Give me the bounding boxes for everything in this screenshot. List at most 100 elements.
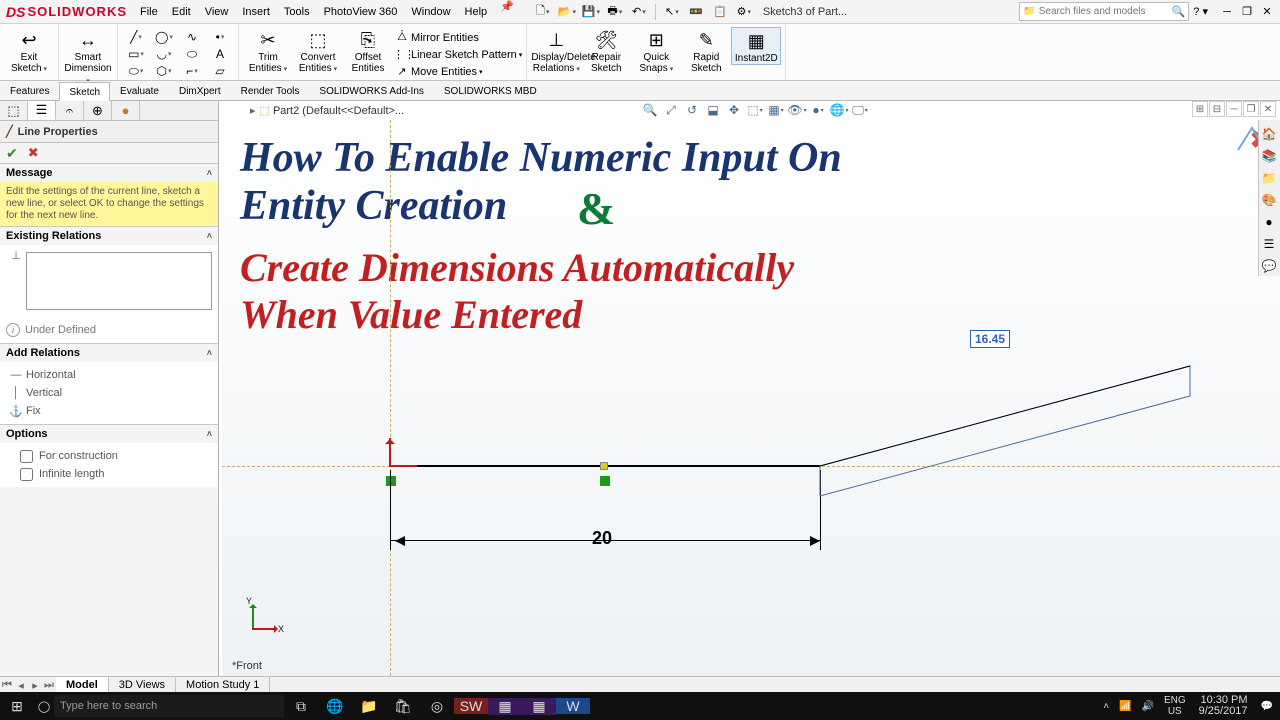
instant2d-button[interactable]: ▦ Instant2D — [731, 27, 781, 65]
tray-chevron-icon[interactable]: ˄ — [1100, 701, 1112, 712]
taskpane-file-explorer-tab[interactable]: 📁 — [1259, 168, 1279, 188]
numeric-input-box[interactable]: 16.45 — [970, 330, 1010, 348]
cortana-icon[interactable]: ◯ — [34, 700, 54, 713]
tabnav-next[interactable]: ▸ — [28, 679, 42, 692]
exit-sketch-button[interactable]: ↩ Exit Sketch — [4, 27, 54, 75]
taskbar-search[interactable]: Type here to search — [54, 695, 284, 717]
menu-insert[interactable]: Insert — [235, 0, 277, 24]
mirror-entities-button[interactable]: ⧊Mirror Entities — [393, 29, 522, 46]
taskbar-app2-icon[interactable]: ▦ — [522, 698, 556, 715]
qat-edit-appearance-button[interactable]: 📋 — [709, 2, 731, 22]
relation-vertical-button[interactable]: │Vertical — [6, 384, 212, 402]
menu-tools[interactable]: Tools — [277, 0, 317, 24]
dimxpert-manager-tab[interactable]: ⊕ — [84, 101, 112, 120]
quick-snaps-button[interactable]: ⊞ Quick Snaps — [631, 27, 681, 75]
tray-language[interactable]: ENG — [1161, 695, 1189, 706]
menu-help[interactable]: Help — [458, 0, 495, 24]
fillet-tool-button[interactable]: ⌐ — [181, 63, 203, 79]
convert-entities-button[interactable]: ⬚ Convert Entities — [293, 27, 343, 75]
option-for-construction[interactable]: For construction — [6, 447, 212, 465]
qat-rebuild-button[interactable]: 🚥 — [685, 2, 707, 22]
pm-existing-header[interactable]: Existing Relations˄ — [0, 227, 218, 245]
start-button[interactable]: ⊞ — [0, 698, 34, 715]
midpoint-handle[interactable] — [600, 462, 608, 470]
relation-horizontal-button[interactable]: —Horizontal — [6, 366, 212, 384]
dimension-value-horizontal[interactable]: 20 — [592, 528, 612, 549]
view-settings-button[interactable]: 🖵 — [850, 101, 870, 119]
view-orientation-button[interactable]: ⬚ — [745, 101, 765, 119]
pm-cancel-button[interactable]: ✖ — [28, 145, 39, 161]
taskbar-store-icon[interactable]: 🛍 — [386, 698, 420, 715]
graphics-area[interactable]: ✖ How To Enable Numeric Input On Entity … — [222, 120, 1280, 676]
display-manager-tab[interactable]: ● — [112, 101, 140, 120]
tabnav-prev[interactable]: ◂ — [14, 679, 28, 692]
move-entities-button[interactable]: ↗Move Entities▾ — [393, 63, 522, 80]
edit-appearance-button[interactable]: ● — [808, 101, 828, 119]
task-view-button[interactable]: ⧉ — [284, 698, 318, 715]
taskpane-view-palette-tab[interactable]: 🎨 — [1259, 190, 1279, 210]
taskbar-solidworks-icon[interactable]: SW — [454, 698, 488, 714]
tab-addins[interactable]: SOLIDWORKS Add-Ins — [309, 81, 433, 100]
relation-glyph-left[interactable] — [386, 476, 396, 486]
gfx-viewport-button[interactable]: ⊞ — [1192, 101, 1208, 117]
menu-file[interactable]: File — [133, 0, 165, 24]
relation-glyph-mid[interactable] — [600, 476, 610, 486]
search-icon[interactable]: 🔍 — [1172, 5, 1186, 18]
tray-notifications-icon[interactable]: 💬 — [1258, 701, 1276, 712]
apply-scene-button[interactable]: 🌐 — [829, 101, 849, 119]
breadcrumb[interactable]: ▸ ⬚ Part2 (Default<<Default>... — [250, 104, 404, 117]
taskpane-forum-tab[interactable]: 💬 — [1259, 256, 1279, 276]
relation-fix-button[interactable]: ⚓Fix — [6, 402, 212, 420]
infinite-length-checkbox[interactable] — [20, 468, 33, 481]
qat-new-button[interactable]: 🗋 — [532, 2, 554, 22]
help-dropdown[interactable]: ? ▾ — [1189, 5, 1212, 18]
gfx-viewport2-button[interactable]: ⊟ — [1209, 101, 1225, 117]
taskbar-edge-icon[interactable]: 🌐 — [318, 698, 352, 715]
qat-select-button[interactable]: ↖ — [661, 2, 683, 22]
menu-photoview[interactable]: PhotoView 360 — [317, 0, 405, 24]
offset-entities-button[interactable]: ⎘ Offset Entities — [343, 27, 393, 74]
search-box[interactable]: 📁 🔍 — [1019, 2, 1189, 21]
taskbar-app1-icon[interactable]: ▦ — [488, 698, 522, 715]
qat-undo-button[interactable]: ↶ — [628, 2, 650, 22]
tray-clock[interactable]: 10:30 PM9/25/2017 — [1193, 695, 1254, 717]
text-tool-button[interactable]: A — [209, 46, 231, 62]
slot-tool-button[interactable]: ⬭ — [125, 63, 147, 79]
window-restore-button[interactable]: ❐ — [1238, 3, 1256, 21]
menu-pin-icon[interactable]: 📌 — [494, 0, 520, 24]
tray-network-icon[interactable]: 📶 — [1116, 701, 1134, 712]
spline-tool-button[interactable]: ∿ — [181, 29, 203, 45]
taskbar-word-icon[interactable]: W — [556, 698, 590, 714]
hide-show-button[interactable]: 👁 — [787, 101, 807, 119]
menu-window[interactable]: Window — [404, 0, 457, 24]
property-manager-tab[interactable]: ☰ — [28, 101, 56, 120]
menu-view[interactable]: View — [198, 0, 236, 24]
line-tool-button[interactable]: ╱ — [125, 29, 147, 45]
smart-dimension-button[interactable]: ↔ Smart Dimension — [63, 27, 113, 87]
tray-volume-icon[interactable]: 🔊 — [1138, 701, 1156, 712]
tab-mbd[interactable]: SOLIDWORKS MBD — [434, 81, 547, 100]
option-infinite-length[interactable]: Infinite length — [6, 465, 212, 483]
previous-view-button[interactable]: ↺ — [682, 101, 702, 119]
tab-sketch[interactable]: Sketch — [59, 82, 110, 101]
taskpane-appearances-tab[interactable]: ● — [1259, 212, 1279, 232]
display-relations-button[interactable]: ⊥ Display/Delete Relations — [531, 27, 581, 75]
tab-dimxpert[interactable]: DimXpert — [169, 81, 231, 100]
taskpane-design-library-tab[interactable]: 📚 — [1259, 146, 1279, 166]
for-construction-checkbox[interactable] — [20, 450, 33, 463]
window-close-button[interactable]: ✕ — [1258, 3, 1276, 21]
menu-edit[interactable]: Edit — [165, 0, 198, 24]
polygon-tool-button[interactable]: ⬡ — [153, 63, 175, 79]
taskpane-custom-props-tab[interactable]: ☰ — [1259, 234, 1279, 254]
zoom-fit-button[interactable]: 🔍 — [640, 101, 660, 119]
tabnav-last[interactable]: ⏭ — [42, 679, 56, 692]
gfx-maximize-button[interactable]: ❐ — [1243, 101, 1259, 117]
window-minimize-button[interactable]: ─ — [1218, 3, 1236, 21]
qat-options-button[interactable]: ⚙ — [733, 2, 755, 22]
zoom-area-button[interactable]: ⤢ — [661, 101, 681, 119]
gfx-minimize-button[interactable]: ─ — [1226, 101, 1242, 117]
tab-render-tools[interactable]: Render Tools — [231, 81, 310, 100]
tab-features[interactable]: Features — [0, 81, 59, 100]
taskbar-explorer-icon[interactable]: 📁 — [352, 698, 386, 715]
tab-evaluate[interactable]: Evaluate — [110, 81, 169, 100]
